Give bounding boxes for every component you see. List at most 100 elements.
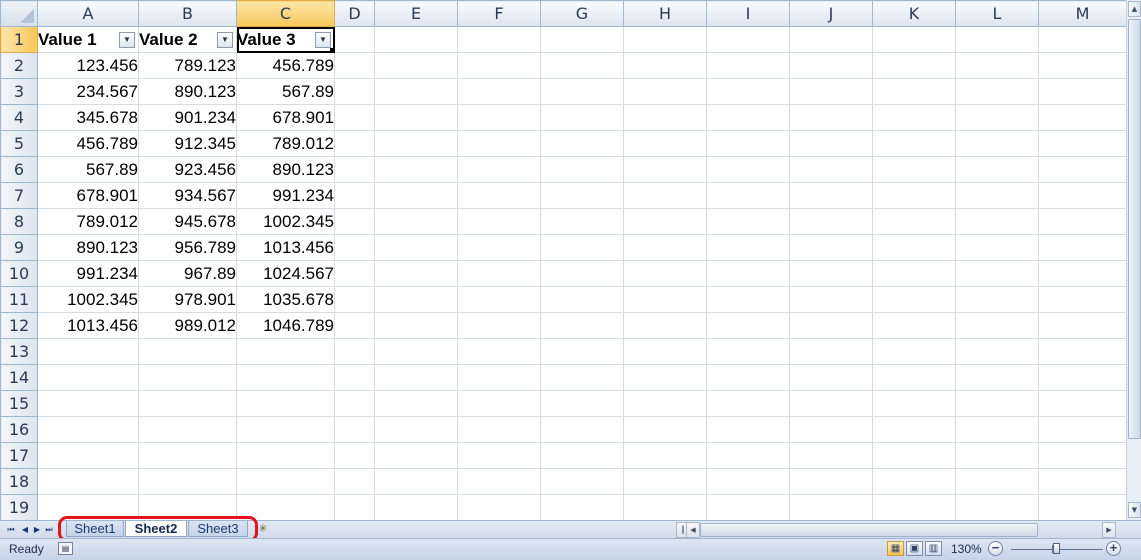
cell[interactable] (457, 52, 541, 79)
cell[interactable] (138, 364, 237, 391)
cell[interactable] (789, 416, 873, 443)
column-header-d[interactable]: D (334, 0, 375, 27)
cell[interactable] (706, 364, 790, 391)
cell[interactable] (374, 104, 458, 131)
cell[interactable] (37, 494, 139, 520)
cell[interactable] (789, 286, 873, 313)
cell[interactable] (623, 130, 707, 157)
cell[interactable] (872, 130, 956, 157)
cell[interactable] (457, 182, 541, 209)
cell[interactable] (540, 494, 624, 520)
column-header-k[interactable]: K (872, 0, 956, 27)
cell[interactable]: 789.012 (236, 130, 335, 157)
cell[interactable] (872, 260, 956, 287)
cell[interactable] (1038, 156, 1126, 183)
cell[interactable] (789, 104, 873, 131)
cell[interactable] (374, 26, 458, 53)
cell[interactable] (955, 286, 1039, 313)
scroll-up-button[interactable]: ▲ (1128, 1, 1141, 17)
cell[interactable] (540, 52, 624, 79)
cell[interactable] (540, 26, 624, 53)
cell[interactable] (457, 312, 541, 339)
cell[interactable] (1038, 390, 1126, 417)
cell[interactable] (457, 442, 541, 469)
cell[interactable] (1038, 78, 1126, 105)
cell[interactable] (955, 260, 1039, 287)
cell[interactable] (334, 130, 375, 157)
cell[interactable] (955, 130, 1039, 157)
cell[interactable] (1038, 494, 1126, 520)
select-all-corner[interactable] (0, 0, 38, 27)
cell[interactable] (374, 260, 458, 287)
cell[interactable]: 1035.678 (236, 286, 335, 313)
row-header[interactable]: 2 (0, 52, 38, 79)
cell-table[interactable]: ABCDEFGHIJKLM 1 Value 1 ▼ Value 2 ▼ Value 3 ▼ 2… (0, 0, 1126, 520)
cell[interactable] (540, 78, 624, 105)
row-header[interactable]: 14 (0, 364, 38, 391)
filter-dropdown-icon[interactable]: ▼ (315, 32, 331, 48)
cell[interactable]: 890.123 (236, 156, 335, 183)
cell[interactable] (789, 260, 873, 287)
cell[interactable] (37, 442, 139, 469)
cell[interactable] (236, 416, 335, 443)
cell[interactable] (334, 208, 375, 235)
macro-record-icon[interactable]: ▤ (58, 542, 73, 555)
cell[interactable] (706, 234, 790, 261)
cell[interactable] (623, 286, 707, 313)
cell[interactable] (706, 130, 790, 157)
cell[interactable] (334, 260, 375, 287)
cell[interactable] (789, 468, 873, 495)
cell[interactable] (955, 234, 1039, 261)
cell[interactable] (457, 468, 541, 495)
cell[interactable] (623, 182, 707, 209)
row-header[interactable]: 18 (0, 468, 38, 495)
cell[interactable] (457, 78, 541, 105)
column-header-a[interactable]: A (37, 0, 139, 27)
cell[interactable] (374, 338, 458, 365)
cell[interactable] (955, 442, 1039, 469)
cell[interactable] (872, 182, 956, 209)
cell[interactable] (1038, 416, 1126, 443)
first-sheet-icon[interactable]: ⏮ (6, 524, 16, 536)
cell[interactable] (1038, 182, 1126, 209)
cell[interactable] (138, 494, 237, 520)
cell[interactable] (872, 156, 956, 183)
cell[interactable] (334, 364, 375, 391)
cell[interactable] (37, 468, 139, 495)
cell[interactable] (789, 312, 873, 339)
vertical-scroll-thumb[interactable] (1128, 19, 1141, 439)
filter-dropdown-icon[interactable]: ▼ (217, 32, 233, 48)
cell[interactable] (706, 416, 790, 443)
column-header-g[interactable]: G (540, 0, 624, 27)
last-sheet-icon[interactable]: ⏭ (44, 524, 54, 536)
cell[interactable] (706, 260, 790, 287)
cell[interactable] (374, 416, 458, 443)
zoom-level[interactable]: 130% (951, 542, 982, 556)
cell[interactable] (872, 364, 956, 391)
cell[interactable] (138, 338, 237, 365)
cell[interactable] (623, 156, 707, 183)
row-header[interactable]: 1 (0, 26, 38, 53)
cell[interactable] (706, 468, 790, 495)
cell[interactable] (1038, 338, 1126, 365)
cell[interactable]: 567.89 (37, 156, 139, 183)
cell[interactable] (457, 208, 541, 235)
cell[interactable] (37, 338, 139, 365)
cell[interactable] (374, 234, 458, 261)
cell[interactable] (457, 156, 541, 183)
cell[interactable] (789, 442, 873, 469)
cell[interactable] (334, 52, 375, 79)
cell[interactable]: 890.123 (37, 234, 139, 261)
cell[interactable] (1038, 364, 1126, 391)
cell[interactable] (789, 26, 873, 53)
cell[interactable] (334, 26, 375, 53)
cell[interactable] (623, 442, 707, 469)
worksheet-grid[interactable]: ABCDEFGHIJKLM 1 Value 1 ▼ Value 2 ▼ Value 3 ▼ 2… (0, 0, 1126, 520)
cell[interactable] (540, 208, 624, 235)
cell[interactable] (374, 468, 458, 495)
cell[interactable] (623, 104, 707, 131)
cell[interactable] (374, 208, 458, 235)
cell[interactable] (706, 312, 790, 339)
cell[interactable]: 234.567 (37, 78, 139, 105)
cell[interactable] (457, 338, 541, 365)
